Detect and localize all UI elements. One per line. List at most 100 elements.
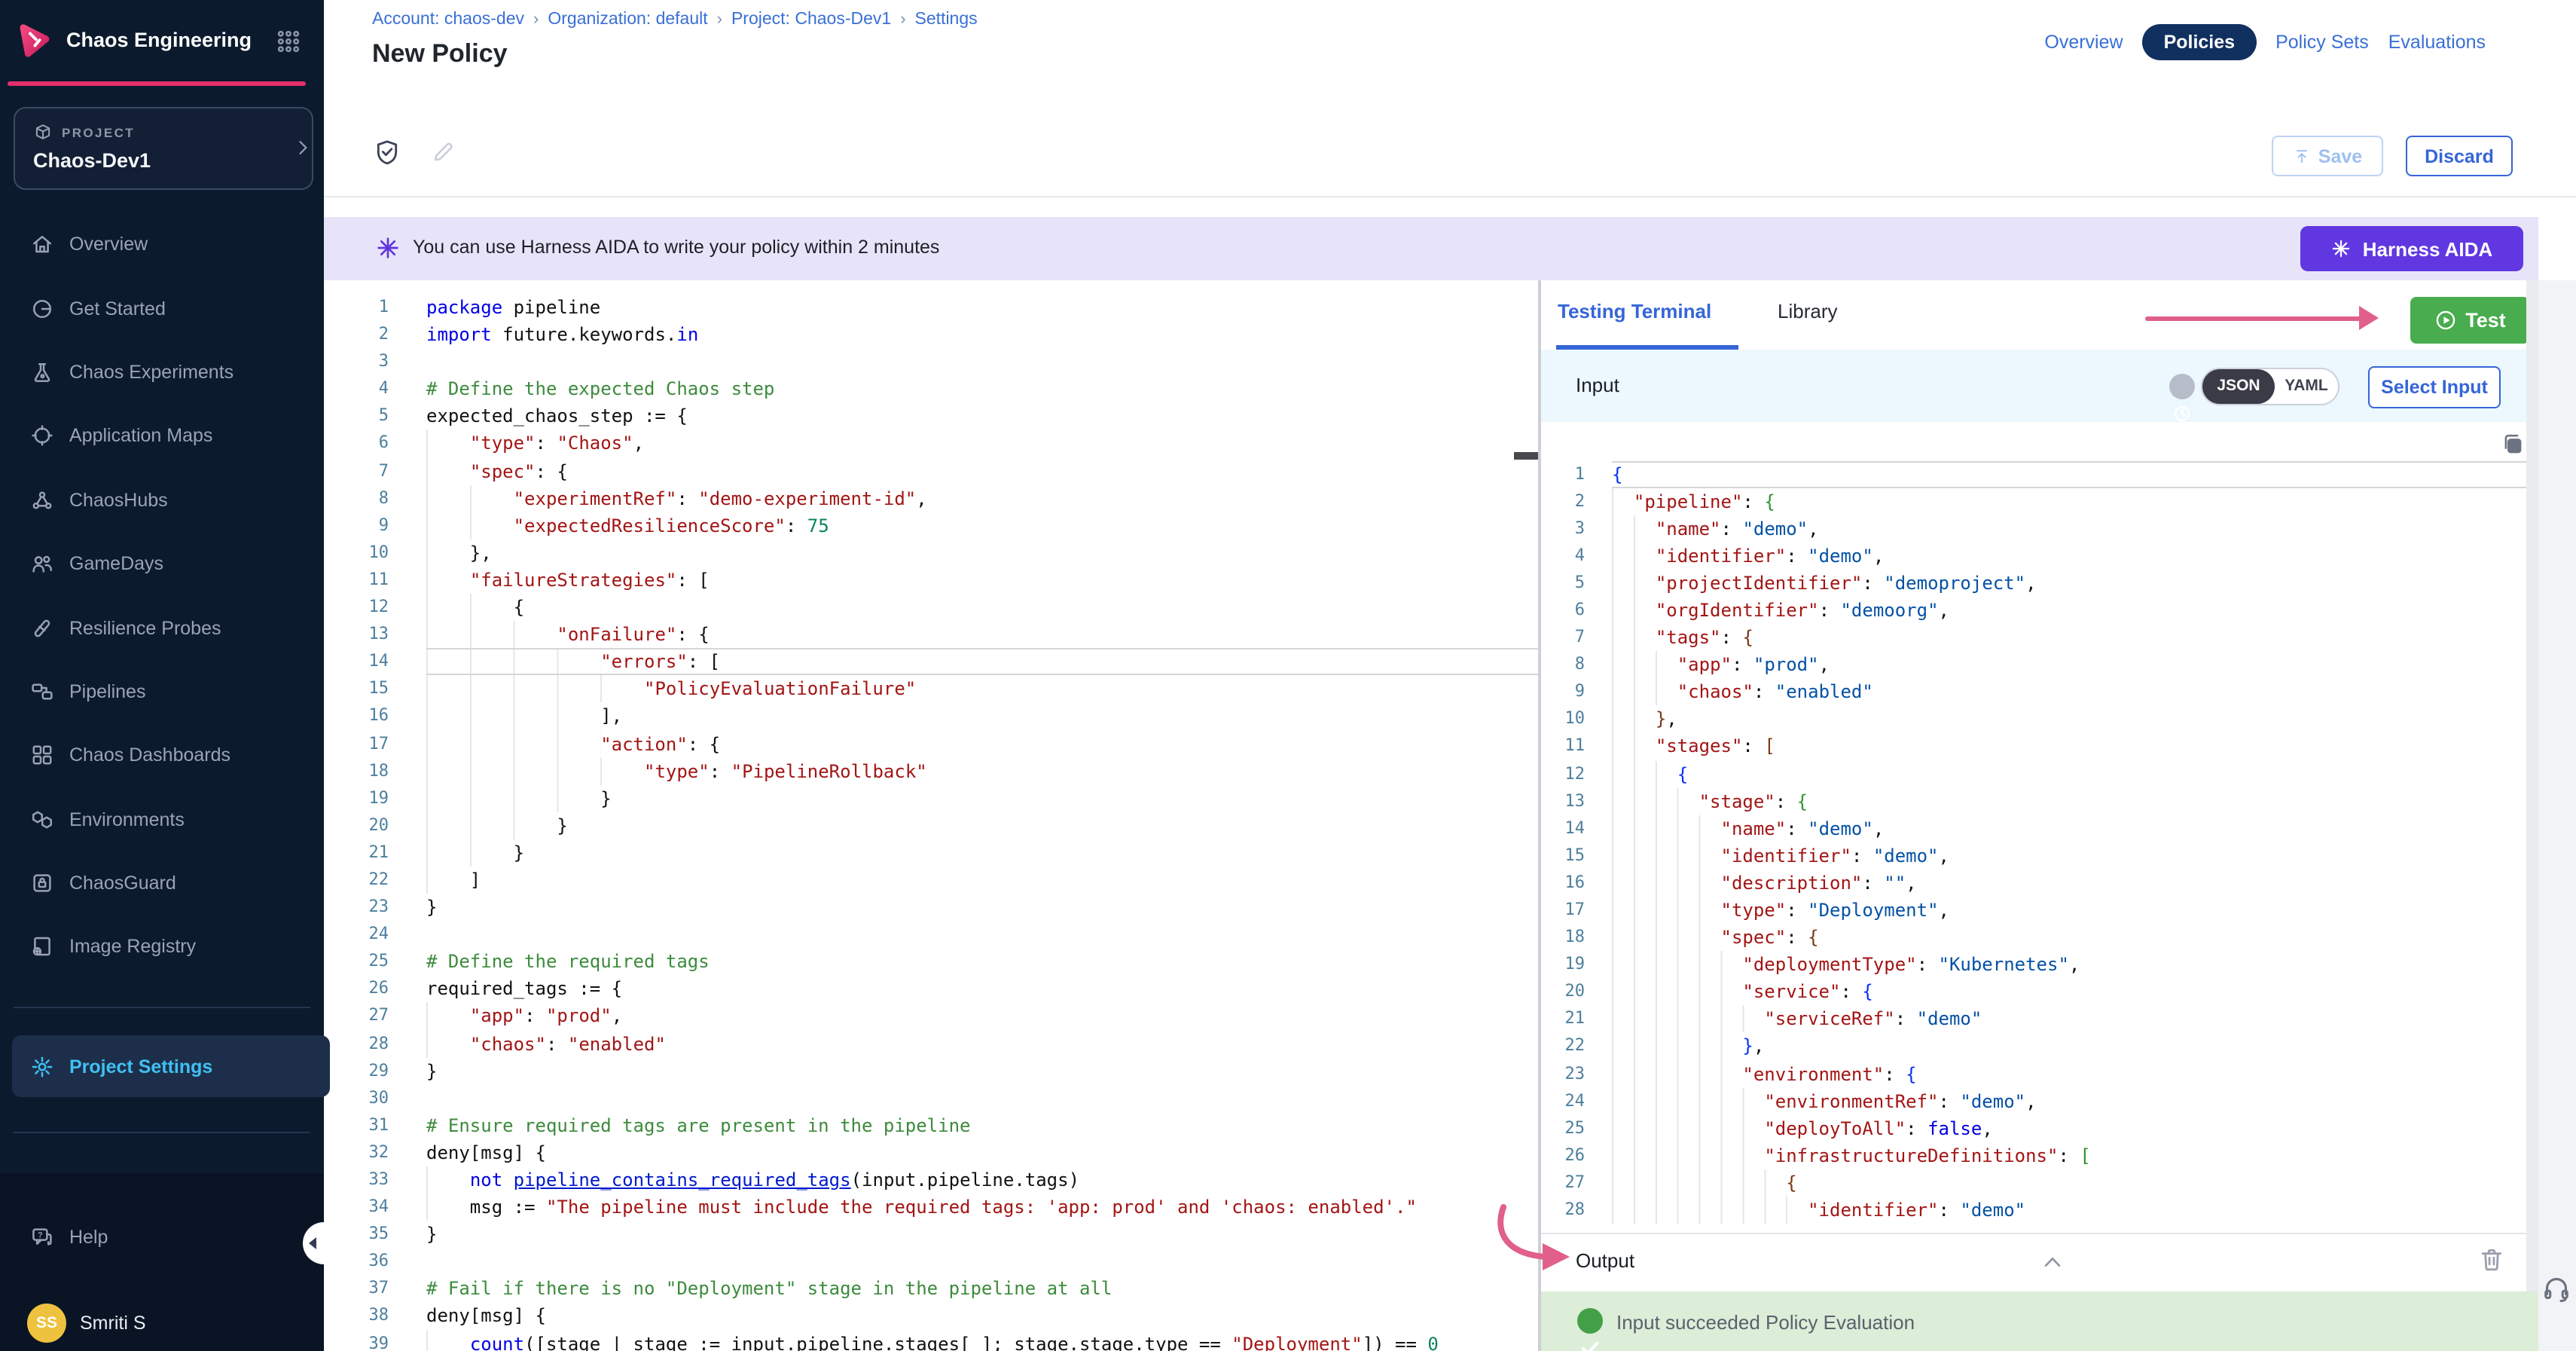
user-name: Smriti S	[80, 1313, 146, 1334]
code-line: "spec": {	[426, 457, 1538, 484]
cube-icon	[33, 122, 53, 142]
code-line: "service": {	[1612, 979, 2526, 1006]
save-button[interactable]: Save	[2272, 136, 2383, 176]
sidebar-item-label: Environments	[69, 808, 185, 830]
policy-editor[interactable]: package pipelineimport future.keywords.i…	[399, 294, 1538, 1351]
code-line: ​	[426, 1084, 1538, 1111]
sidebar-item-gamedays[interactable]: GameDays	[0, 532, 324, 596]
sidebar-item-pipelines[interactable]: Pipelines	[0, 659, 324, 723]
code-line: "deployToAll": false,	[1612, 1115, 2526, 1142]
code-line: "spec": {	[1612, 924, 2526, 951]
code-line: "failureStrategies": [	[426, 567, 1538, 594]
sidebar-item-project-settings[interactable]: Project Settings	[12, 1035, 330, 1097]
discard-button[interactable]: Discard	[2406, 136, 2513, 176]
sidebar-item-chaos-dashboards[interactable]: Chaos Dashboards	[0, 723, 324, 787]
save-label: Save	[2318, 145, 2362, 167]
nav-policies[interactable]: Policies	[2143, 23, 2257, 60]
tab-library[interactable]: Library	[1778, 300, 1838, 322]
harness-aida-button[interactable]: Harness AIDA	[2300, 226, 2523, 271]
hub-icon	[30, 488, 54, 512]
code-line: "infrastructureDefinitions": [	[1612, 1142, 2526, 1169]
input-source-disc[interactable]	[2169, 374, 2195, 399]
breadcrumb-project[interactable]: Project: Chaos-Dev1	[731, 11, 891, 29]
code-line: }	[426, 1221, 1538, 1248]
sidebar-item-resilience-probes[interactable]: Resilience Probes	[0, 596, 324, 660]
breadcrumb-organization[interactable]: Organization: default	[548, 11, 707, 29]
scrollbar[interactable]	[2526, 280, 2538, 1351]
sidebar-nav: OverviewGet Started Chaos Experiments Appl…	[0, 212, 324, 979]
chevron-up-icon[interactable]	[2040, 1249, 2065, 1275]
sidebar-item-application-maps[interactable]: Application Maps	[0, 404, 324, 468]
headphones-icon[interactable]	[2541, 1273, 2571, 1304]
output-label: Output	[1576, 1249, 1634, 1272]
code-line: ​	[426, 348, 1538, 375]
pencil-icon[interactable]	[431, 140, 455, 164]
shield-check-icon[interactable]	[374, 139, 401, 166]
sidebar-item-environments[interactable]: Environments	[0, 787, 324, 851]
sidebar-item-label: Chaos Experiments	[69, 362, 233, 383]
play-icon	[2434, 309, 2456, 332]
sidebar-item-label: Resilience Probes	[69, 617, 221, 638]
code-line: "type": "Chaos",	[426, 430, 1538, 457]
user-menu[interactable]: SS Smriti S	[0, 1299, 351, 1347]
copy-icon[interactable]	[2499, 430, 2525, 456]
format-yaml[interactable]: YAML	[2275, 368, 2338, 404]
code-line: "action": {	[426, 730, 1538, 757]
code-line: "environmentRef": "demo",	[1612, 1087, 2526, 1114]
format-toggle[interactable]: JSON YAML	[2201, 367, 2339, 405]
nav-overview[interactable]: Overview	[2044, 31, 2123, 52]
environments-icon	[30, 807, 54, 831]
code-line: # Define the expected Chaos step	[426, 376, 1538, 403]
tab-testing-terminal[interactable]: Testing Terminal	[1558, 300, 1711, 322]
help-label: Help	[69, 1227, 108, 1248]
input-editor[interactable]: { "pipeline": { "name": "demo", "identif…	[1600, 460, 2526, 1232]
code-line: }	[426, 894, 1538, 921]
lock-icon	[30, 871, 54, 895]
sidebar-item-get-started[interactable]: Get Started	[0, 277, 324, 341]
code-line: "errors": [	[426, 648, 1538, 675]
code-line: "name": "demo",	[1612, 815, 2526, 842]
nav-evaluations[interactable]: Evaluations	[2388, 31, 2486, 52]
code-line: "deploymentType": "Kubernetes",	[1612, 951, 2526, 978]
code-line: },	[1612, 1033, 2526, 1060]
code-line: deny[msg] {	[426, 1139, 1538, 1166]
project-name: Chaos-Dev1	[33, 149, 151, 172]
breadcrumb: Account: chaos-dev › Organization: defau…	[372, 11, 978, 29]
sidebar-item-label: ChaosGuard	[69, 873, 176, 894]
chaos-engineering-logo[interactable]	[15, 21, 54, 60]
code-line: "chaos": "enabled"	[426, 1030, 1538, 1057]
get-started-icon	[30, 296, 54, 320]
code-line: expected_chaos_step := {	[426, 403, 1538, 430]
format-json[interactable]: JSON	[2202, 368, 2275, 404]
help-button[interactable]: ? Help	[0, 1207, 354, 1267]
code-line: "identifier": "demo"	[1612, 1197, 2526, 1224]
project-selector[interactable]: PROJECT Chaos-Dev1	[14, 107, 313, 190]
code-line: package pipeline	[426, 294, 1538, 321]
page-gutter	[2538, 280, 2576, 1351]
code-line: "chaos": "enabled"	[1612, 679, 2526, 706]
dashboard-icon	[30, 744, 54, 768]
home-icon	[30, 232, 54, 256]
breadcrumb-account[interactable]: Account: chaos-dev	[372, 11, 524, 29]
app-grid-icon[interactable]	[276, 29, 301, 54]
sidebar-item-chaos-experiments[interactable]: Chaos Experiments	[0, 341, 324, 405]
code-line: "name": "demo",	[1612, 515, 2526, 542]
panel-resize-handle[interactable]	[1514, 451, 1538, 459]
nav-policy-sets[interactable]: Policy Sets	[2275, 31, 2369, 52]
sidebar-divider	[14, 1132, 310, 1133]
brand-accent-line	[8, 81, 306, 85]
sidebar-item-label: ChaosHubs	[69, 490, 168, 511]
sidebar-item-chaoshubs[interactable]: ChaosHubs	[0, 468, 324, 532]
aida-sparkle-icon	[2331, 238, 2352, 259]
sidebar-item-overview[interactable]: Overview	[0, 212, 324, 277]
trash-icon[interactable]	[2478, 1246, 2505, 1273]
people-icon	[30, 552, 54, 576]
select-input-button[interactable]: Select Input	[2368, 365, 2501, 408]
test-button[interactable]: Test	[2410, 297, 2529, 344]
sidebar-item-image-registry[interactable]: Image Registry	[0, 915, 324, 980]
sidebar-footer: ? Help SS Smriti S	[0, 1174, 324, 1351]
breadcrumb-settings[interactable]: Settings	[915, 11, 978, 29]
sidebar-item-chaosguard[interactable]: ChaosGuard	[0, 851, 324, 915]
annotation-arrowhead	[2359, 306, 2379, 330]
policy-nav: Overview Policies Policy Sets Evaluation…	[2044, 21, 2486, 62]
